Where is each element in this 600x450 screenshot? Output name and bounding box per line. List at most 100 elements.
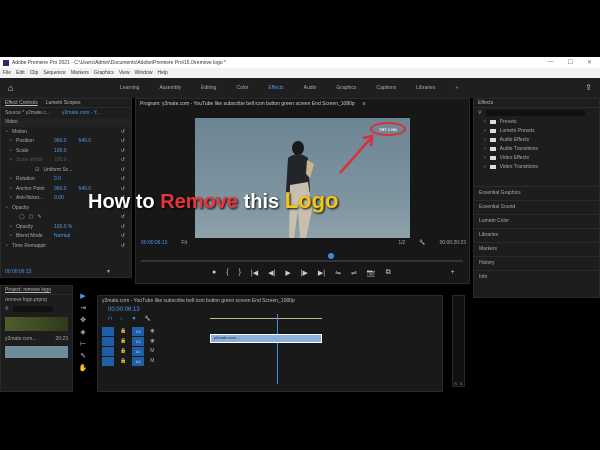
property-value-2[interactable]: 540.0 [79,138,92,144]
sequence-thumbnail[interactable] [5,345,68,358]
pen-mask-icon[interactable]: ✎ [37,214,41,220]
export-frame-button[interactable]: 📷 [367,269,376,277]
resolution-dropdown[interactable]: 1/2 [398,240,405,246]
comparison-view-button[interactable]: ⧉ [386,269,391,277]
panel-section[interactable]: Essential Graphics [474,185,599,200]
panel-section[interactable]: History [474,255,599,270]
panel-section[interactable]: Markers [474,241,599,256]
workspace-libraries[interactable]: Libraries [416,85,435,91]
hand-tool-icon[interactable]: ✋ [78,364,88,374]
project-item-name[interactable]: y2mate.com... [5,336,36,342]
menu-graphics[interactable]: Graphics [94,70,114,76]
tab-lumetri-scopes[interactable]: Lumetri Scopes [46,100,81,106]
menu-sequence[interactable]: Sequence [43,70,66,76]
stopwatch-icon[interactable]: ◔ [9,195,12,201]
ripple-edit-tool-icon[interactable]: ✥ [78,316,88,326]
lock-icon[interactable]: 🔒 [120,338,126,344]
sequence-tab[interactable]: y2mate.com - YouTube like subscribe bell… [102,298,295,304]
razor-tool-icon[interactable]: ◈ [78,328,88,338]
property-value[interactable]: 0.00 [54,195,64,201]
wrench-icon[interactable]: 🔧 [144,316,150,322]
checkbox[interactable]: ☑ [35,167,39,173]
go-to-out-button[interactable]: ▶| [318,269,325,277]
effects-folder[interactable]: › Presets [474,118,599,127]
stopwatch-icon[interactable]: ◔ [5,243,8,249]
monitor-scrubber[interactable] [141,260,463,262]
stopwatch-icon[interactable]: ◔ [9,148,12,154]
source-patch[interactable] [102,326,114,336]
timeline-playhead[interactable] [277,314,278,384]
effects-folder[interactable]: › Video Effects [474,154,599,163]
stopwatch-icon[interactable]: ◔ [9,176,12,182]
property-value[interactable]: 100.0 [54,148,67,154]
expand-icon[interactable]: › [484,137,486,143]
share-icon[interactable]: ⇪ [585,83,592,92]
mark-out-button[interactable]: } [239,269,241,277]
menu-window[interactable]: Window [135,70,153,76]
stopwatch-icon[interactable]: ◔ [9,186,12,192]
reset-icon[interactable]: ↺ [121,214,125,220]
workspace-captions[interactable]: Captions [376,85,396,91]
step-forward-button[interactable]: |▶ [301,269,308,277]
extract-button[interactable]: ⇌ [351,269,357,277]
reset-icon[interactable]: ↺ [121,167,125,173]
fit-dropdown[interactable]: Fit [181,240,187,246]
add-marker-button[interactable]: ● [212,269,216,277]
panel-section[interactable]: Lumetri Color [474,213,599,228]
menu-markers[interactable]: Markers [71,70,89,76]
track-select-tool-icon[interactable]: ⇥ [78,304,88,314]
project-search-input[interactable] [12,306,53,313]
workspace-assembly[interactable]: Assembly [159,85,181,91]
tab-effect-controls[interactable]: Effect Controls [5,100,38,106]
track-label[interactable]: V2 [132,326,145,336]
track-label[interactable]: A1 [132,346,145,356]
panel-section[interactable]: Libraries [474,227,599,242]
reset-icon[interactable]: ↺ [121,233,125,239]
wrench-icon[interactable]: 🔧 [419,240,425,246]
clip-selector[interactable]: y2mate.com - Y... [62,110,100,116]
expand-icon[interactable]: › [484,155,486,161]
menu-edit[interactable]: Edit [16,70,25,76]
expand-icon[interactable]: › [484,146,486,152]
effects-folder[interactable]: › Audio Effects [474,136,599,145]
source-patch[interactable] [102,336,114,346]
eye-icon[interactable]: ◉ [150,328,154,334]
eye-icon[interactable]: ◉ [150,338,154,344]
meter-solo-left[interactable]: S [454,381,457,386]
ellipse-mask-icon[interactable]: ◯ [19,214,25,220]
stopwatch-icon[interactable]: ◔ [9,138,12,144]
source-patch[interactable] [102,346,114,356]
workspace-graphics[interactable]: Graphics [336,85,356,91]
go-to-in-button[interactable]: |◀ [251,269,258,277]
play-button[interactable]: ▶ [285,269,290,277]
mark-in-button[interactable]: { [226,269,228,277]
rectangle-mask-icon[interactable]: ▢ [29,214,34,220]
reset-icon[interactable]: ↺ [121,243,125,249]
button-editor-button[interactable]: + [451,269,455,277]
property-value[interactable]: 100.0 % [54,224,72,230]
snap-icon[interactable]: ⊓ [108,316,112,322]
reset-icon[interactable]: ↺ [121,176,125,182]
stopwatch-icon[interactable]: ◔ [9,224,12,230]
track-label[interactable]: A2 [132,356,145,366]
timeline-clip[interactable]: y2mate.com... [210,334,322,343]
property-value[interactable]: Normal [54,233,70,239]
source-patch[interactable] [102,356,114,366]
source-label[interactable]: Source * y2mate.c... [5,110,50,116]
stopwatch-icon[interactable]: ◔ [9,233,12,239]
reset-icon[interactable]: ↺ [121,148,125,154]
mute-icon[interactable]: M [150,358,154,364]
tab-project[interactable]: Project: remove logo [5,287,51,293]
more-workspaces-icon[interactable]: » [455,85,458,91]
close-button[interactable]: ✕ [587,59,592,66]
effects-folder[interactable]: › Audio Transitions [474,145,599,154]
selection-tool-icon[interactable]: ▶ [78,292,88,302]
playhead-handle[interactable] [328,253,334,259]
program-title[interactable]: Program: y2mate.com - YouTube like subsc… [140,101,355,107]
panel-section[interactable]: Essential Sound [474,199,599,214]
property-value[interactable]: 0.0 [54,176,61,182]
reset-icon[interactable]: ↺ [121,138,125,144]
pen-tool-icon[interactable]: ✎ [78,352,88,362]
minimize-button[interactable]: — [548,59,554,66]
menu-help[interactable]: Help [157,70,167,76]
